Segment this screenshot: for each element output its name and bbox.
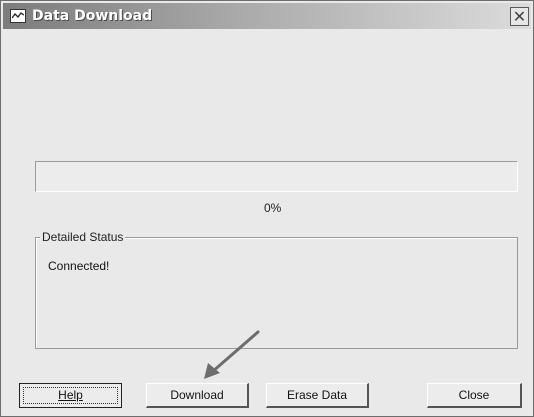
help-button[interactable]: Help [19, 383, 122, 408]
chart-window-icon [10, 9, 26, 23]
status-message: Connected! [48, 259, 110, 273]
erase-data-button-label: Erase Data [286, 388, 348, 402]
pointer-arrow-icon [204, 330, 260, 379]
download-button-label: Download [170, 388, 224, 402]
detailed-status-group [35, 237, 518, 349]
download-button[interactable]: Download [146, 383, 249, 408]
close-icon[interactable]: ✕ [510, 7, 529, 26]
title-bar[interactable]: Data Download ✕ [3, 3, 531, 29]
help-button-label: Help [58, 388, 83, 402]
progress-bar [35, 161, 518, 192]
window-title: Data Download [32, 8, 153, 24]
data-download-dialog: Data Download ✕ 0% Detailed Status Conne… [0, 0, 534, 417]
close-button-label: Close [458, 388, 490, 402]
progress-percent: 0% [264, 201, 282, 215]
erase-data-button[interactable]: Erase Data [266, 383, 369, 408]
close-button[interactable]: Close [427, 383, 522, 408]
detailed-status-title: Detailed Status [40, 230, 126, 244]
